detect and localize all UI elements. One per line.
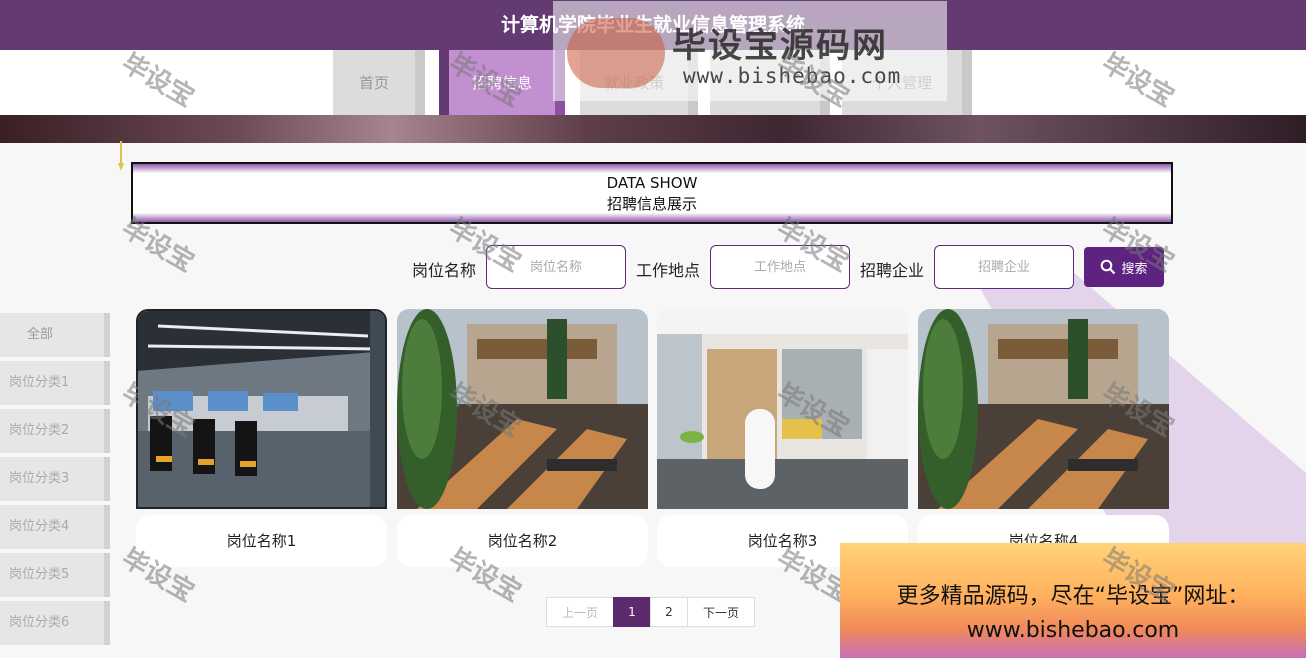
office-photo[interactable] <box>136 309 387 509</box>
location-label: 工作地点 <box>636 261 701 280</box>
job-card-title[interactable]: 岗位名称1 <box>136 515 387 567</box>
position-label: 岗位名称 <box>412 261 477 280</box>
position-input[interactable] <box>486 245 626 289</box>
pagination: 上一页 1 2 下一页 <box>546 597 755 627</box>
company-label: 招聘企业 <box>860 261 925 280</box>
patio-photo[interactable] <box>918 309 1169 509</box>
banner-strip <box>0 115 1306 143</box>
page: 计算机学院毕业生就业信息管理系统 首页 招聘信息 就业政策 个人管理 DATA … <box>0 0 1306 658</box>
prev-page-button[interactable]: 上一页 <box>546 597 614 627</box>
watermark-logo-url: www.bishebao.com <box>683 64 902 88</box>
pin-icon <box>118 141 124 171</box>
job-card[interactable]: 岗位名称3 <box>657 309 908 567</box>
sidebar-item-category-3[interactable]: 岗位分类3 <box>0 457 110 501</box>
job-card-title[interactable]: 岗位名称2 <box>397 515 648 567</box>
sidebar-item-category-6[interactable]: 岗位分类6 <box>0 601 110 645</box>
lounge-photo[interactable] <box>657 309 908 509</box>
page-2-button[interactable]: 2 <box>650 597 688 627</box>
promo-text: 更多精品源码，尽在“毕设宝”网址： <box>896 584 1250 609</box>
job-card[interactable]: 岗位名称1 <box>136 309 387 567</box>
search-button[interactable]: 搜索 <box>1084 247 1164 287</box>
job-card[interactable]: 岗位名称4 <box>918 309 1169 567</box>
sidebar-item-category-1[interactable]: 岗位分类1 <box>0 361 110 405</box>
search-icon <box>1101 259 1116 275</box>
section-title: DATA SHOW 招聘信息展示 <box>131 162 1173 224</box>
sidebar-item-category-4[interactable]: 岗位分类4 <box>0 505 110 549</box>
sidebar-item-category-2[interactable]: 岗位分类2 <box>0 409 110 453</box>
watermark-logo-icon <box>567 18 665 88</box>
watermark-logo-title: 毕设宝源码网 <box>672 26 888 66</box>
next-page-button[interactable]: 下一页 <box>687 597 755 627</box>
job-card[interactable]: 岗位名称2 <box>397 309 648 567</box>
page-1-button[interactable]: 1 <box>613 597 651 627</box>
search-button-label: 搜索 <box>1121 261 1148 277</box>
sidebar-item-all[interactable]: 全部 <box>0 313 110 357</box>
patio-photo[interactable] <box>397 309 648 509</box>
nav-home[interactable]: 首页 <box>333 50 425 115</box>
promo-url: www.bishebao.com <box>966 618 1180 643</box>
sidebar-item-category-5[interactable]: 岗位分类5 <box>0 553 110 597</box>
nav-jobs[interactable]: 招聘信息 <box>439 50 565 115</box>
promo-banner: 更多精品源码，尽在“毕设宝”网址： www.bishebao.com <box>840 543 1306 658</box>
section-title-en: DATA SHOW <box>606 174 698 192</box>
section-title-cn: 招聘信息展示 <box>606 195 697 213</box>
company-input[interactable] <box>934 245 1074 289</box>
location-input[interactable] <box>710 245 850 289</box>
